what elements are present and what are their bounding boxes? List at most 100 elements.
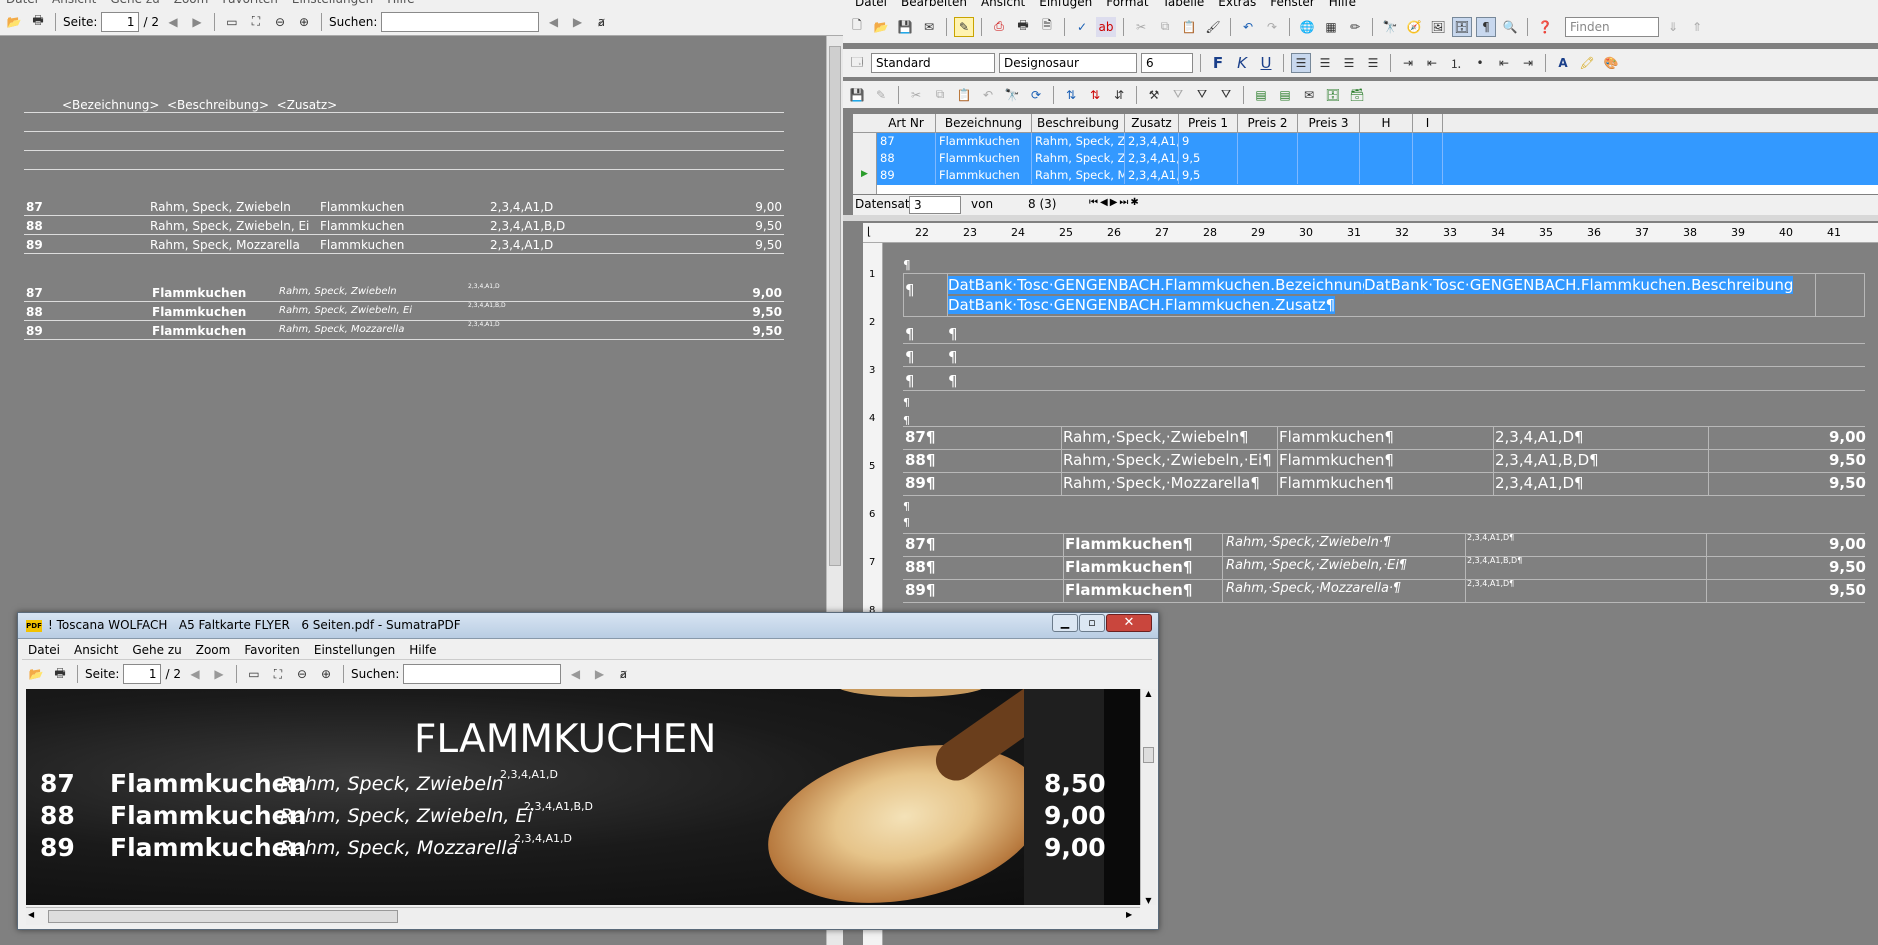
grid-cell[interactable] <box>1298 150 1360 167</box>
menu-item-5[interactable]: Einstellungen <box>314 643 395 657</box>
italic-button[interactable]: K <box>1232 53 1252 73</box>
find-next-icon[interactable]: ▶ <box>589 664 609 684</box>
grid-cell[interactable]: Rahm, Speck, Zwi <box>1032 150 1125 167</box>
menu-item-1[interactable]: Ansicht <box>74 643 118 657</box>
hyperlink-icon[interactable]: 🌐 <box>1297 17 1317 37</box>
gallery-icon[interactable]: 🖼 <box>1428 17 1448 37</box>
edit-mode-icon[interactable]: ✎ <box>954 16 974 37</box>
autospell-icon[interactable]: ab <box>1096 16 1116 37</box>
open-icon[interactable]: 📂 <box>871 17 891 37</box>
doc-cell-nr[interactable]: 88¶ <box>905 558 935 576</box>
find-input[interactable]: Finden <box>1565 16 1659 37</box>
scroll-right-arrow[interactable]: ▶ <box>1126 910 1132 919</box>
column-header[interactable]: Bezeichnung <box>936 114 1032 132</box>
scroll-up-arrow[interactable]: ▲ <box>1141 689 1156 698</box>
grid-cell[interactable] <box>1413 150 1443 167</box>
cut-icon[interactable]: ✂ <box>1131 17 1151 37</box>
sumatra-titlebar[interactable]: PDF ! Toscana WOLFACH A5 Faltkarte FLYER… <box>18 613 1158 639</box>
column-header[interactable]: Preis 3 <box>1298 114 1360 132</box>
doc-cell-desc[interactable]: Rahm,·Speck,·Mozzarella·¶ <box>1226 581 1401 596</box>
cut-icon[interactable]: ✂ <box>906 85 926 105</box>
doc-cell-name[interactable]: Flammkuchen¶ <box>1279 451 1394 469</box>
page-input[interactable]: 1 <box>101 11 140 32</box>
horizontal-ruler[interactable]: ⌊ 22 23 24 25 26 27 28 29 30 31 32 33 34 35 36 37 38 39 40… <box>863 223 1878 243</box>
navigator-icon[interactable]: 🧭 <box>1404 17 1424 37</box>
find-prev-icon[interactable]: ◀ <box>565 664 585 684</box>
sort-icon[interactable]: ⇵ <box>1109 85 1129 105</box>
menu-item-2[interactable]: Gehe zu <box>132 643 181 657</box>
doc-cell-price[interactable]: 9,50 <box>1829 474 1866 492</box>
menu-item-2[interactable]: Ansicht <box>981 0 1025 9</box>
flyer-page[interactable]: FLAMMKUCHEN 87 Flammkuchen Rahm, Speck, Zw… <box>26 689 1140 905</box>
align-center-icon[interactable]: ☰ <box>1315 53 1335 73</box>
column-header[interactable]: Beschreibung <box>1032 114 1125 132</box>
formatting-marks-icon[interactable]: ¶ <box>1476 16 1496 37</box>
grid-cell[interactable]: Rahm, Speck, Mo <box>1032 167 1125 184</box>
doc-cell-zusatz[interactable]: 2,3,4,A1,D¶ <box>1467 579 1514 588</box>
decrease-indent-icon[interactable]: ⇤ <box>1494 53 1514 73</box>
find-next-icon[interactable]: ▶ <box>567 12 587 32</box>
size-select[interactable]: 6 <box>1141 53 1193 73</box>
menu-item-8[interactable]: Hilfe <box>1329 0 1356 9</box>
data-sources-icon[interactable]: 🗄 <box>1452 16 1472 37</box>
grid-cell[interactable]: 87 <box>877 133 936 150</box>
mail-merge-icon[interactable]: ✉ <box>1299 85 1319 105</box>
menu-item-4[interactable]: Favoriten <box>244 643 300 657</box>
open-icon[interactable]: 📂 <box>26 664 46 684</box>
scrollbar-thumb[interactable] <box>829 46 841 566</box>
align-left-icon[interactable]: ☰ <box>1291 53 1311 73</box>
data-to-fields-icon[interactable]: ▤ <box>1275 85 1295 105</box>
grid-cell[interactable]: 2,3,4,A1,B, <box>1125 150 1179 167</box>
justify-icon[interactable]: ☰ <box>1363 53 1383 73</box>
doc-cell-name[interactable]: Flammkuchen¶ <box>1279 428 1394 446</box>
grid-cell[interactable] <box>1298 133 1360 150</box>
menu-item-6[interactable]: Hilfe <box>387 0 414 6</box>
explorer-icon[interactable]: 🗃 <box>1347 85 1367 105</box>
bullets-icon[interactable]: • <box>1470 53 1490 73</box>
edit-data-icon[interactable]: ✎ <box>871 85 891 105</box>
doc-cell-name[interactable]: Flammkuchen¶ <box>1065 535 1192 553</box>
column-header[interactable]: Zusatz <box>1125 114 1179 132</box>
grid-cell[interactable]: 9,5 <box>1179 167 1238 184</box>
menu-item-2[interactable]: Gehe zu <box>110 0 159 6</box>
grid-cell[interactable]: 2,3,4,A1,D <box>1125 167 1179 184</box>
undo-icon[interactable]: ↶ <box>1238 17 1258 37</box>
font-select[interactable]: Designosaur <box>999 53 1137 73</box>
sumatra-vertical-scrollbar[interactable]: ▲ ▼ <box>1140 689 1156 905</box>
copy-icon[interactable]: ⧉ <box>930 85 950 105</box>
grid-cell[interactable]: 89 <box>877 167 936 184</box>
font-color-icon[interactable]: A <box>1553 53 1573 73</box>
menu-item-1[interactable]: Bearbeiten <box>901 0 967 9</box>
doc-cell-zusatz[interactable]: 2,3,4,A1,D¶ <box>1467 533 1514 542</box>
next-page-icon[interactable]: ▶ <box>187 12 207 32</box>
print-icon[interactable]: 🖶 <box>1013 17 1033 37</box>
prev-page-icon[interactable]: ◀ <box>163 12 183 32</box>
underline-button[interactable]: U <box>1256 53 1276 73</box>
doc-cell-nr[interactable]: 89¶ <box>905 581 935 599</box>
splitter-handle[interactable] <box>843 215 1878 221</box>
field-bezeichnung[interactable]: DatBank·Tosc·GENGENBACH.Flammkuchen.Beze… <box>948 276 1372 294</box>
doc-cell-name[interactable]: Flammkuchen¶ <box>1279 474 1394 492</box>
increase-indent-icon[interactable]: ⇥ <box>1518 53 1538 73</box>
grid-cell[interactable] <box>1413 133 1443 150</box>
doc-cell-price[interactable]: 9,00 <box>1829 428 1866 446</box>
doc-cell-zusatz[interactable]: 2,3,4,A1,B,D¶ <box>1495 451 1599 469</box>
menu-item-5[interactable]: Tabelle <box>1163 0 1205 9</box>
scrollbar-thumb[interactable] <box>48 910 398 923</box>
grid-cell[interactable]: 9 <box>1179 133 1238 150</box>
column-header[interactable]: Preis 1 <box>1179 114 1238 132</box>
find-prev-icon[interactable]: ◀ <box>543 12 563 32</box>
background-color-icon[interactable]: 🎨 <box>1601 53 1621 73</box>
menu-item-3[interactable]: Einfügen <box>1039 0 1092 9</box>
fit-width-icon[interactable]: ⛶ <box>246 12 266 32</box>
menu-item-6[interactable]: Hilfe <box>409 643 436 657</box>
search-input[interactable] <box>381 11 540 32</box>
scrollbar-thumb[interactable] <box>1143 747 1154 763</box>
doc-cell-zusatz[interactable]: 2,3,4,A1,D¶ <box>1495 474 1584 492</box>
grid-cell[interactable]: Flammkuchen <box>936 167 1032 184</box>
doc-cell-name[interactable]: Flammkuchen¶ <box>1065 581 1192 599</box>
close-button[interactable]: ✕ <box>1106 614 1152 632</box>
zoom-icon[interactable]: 🔍 <box>1500 17 1520 37</box>
fit-page-icon[interactable]: ▭ <box>244 664 264 684</box>
menu-item-3[interactable]: Zoom <box>196 643 231 657</box>
